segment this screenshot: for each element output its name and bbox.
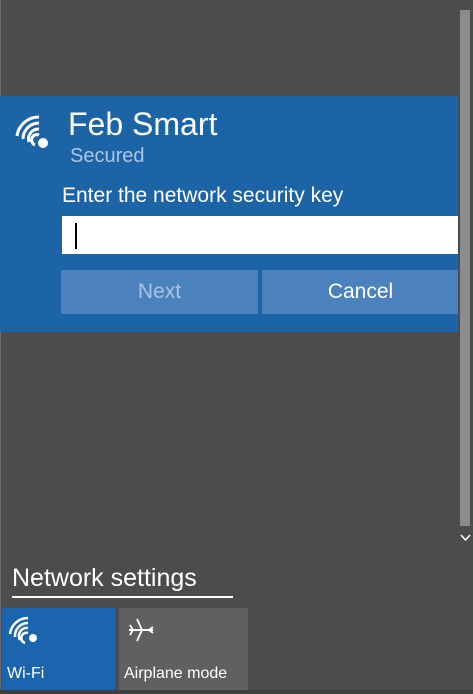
airplane-tile-label: Airplane mode	[124, 665, 228, 682]
airplane-mode-tile[interactable]: Airplane mode	[119, 608, 248, 690]
network-settings-underline	[12, 596, 233, 598]
wifi-tile[interactable]: Wi-Fi	[2, 608, 115, 690]
cancel-button[interactable]: Cancel	[262, 270, 459, 314]
next-button[interactable]: Next	[61, 270, 258, 314]
scroll-down-button[interactable]	[458, 526, 473, 550]
network-status: Secured	[70, 145, 145, 167]
text-caret	[75, 223, 77, 249]
scrollbar[interactable]	[458, 0, 473, 694]
security-key-label: Enter the network security key	[62, 184, 344, 207]
network-name: Feb Smart	[68, 106, 218, 142]
wifi-tile-label: Wi-Fi	[7, 665, 45, 682]
wifi-secured-icon	[15, 115, 48, 148]
wifi-icon	[8, 616, 37, 644]
network-settings-link[interactable]: Network settings	[12, 562, 197, 594]
taskbar-edge	[0, 690, 473, 694]
chevron-down-icon	[460, 534, 471, 542]
scrollbar-thumb[interactable]	[460, 10, 470, 550]
network-flyout: Feb Smart Secured Enter the network secu…	[0, 0, 473, 694]
security-key-input[interactable]	[62, 216, 459, 254]
airplane-icon	[129, 618, 154, 642]
